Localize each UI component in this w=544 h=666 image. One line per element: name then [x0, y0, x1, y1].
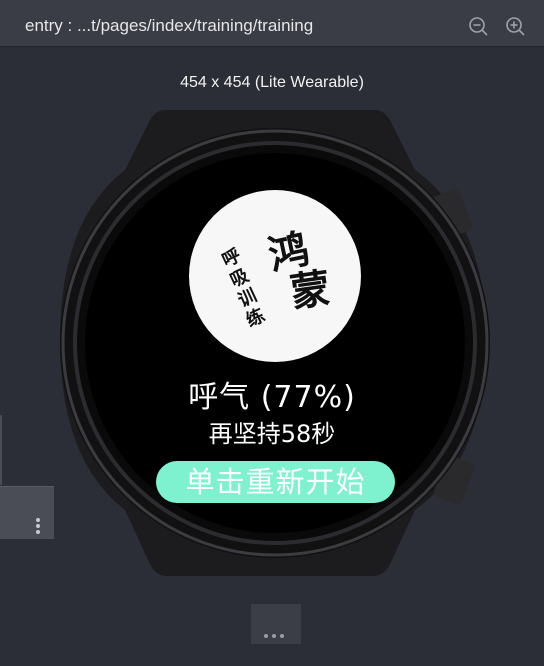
device-size-label: 454 x 454 (Lite Wearable) [180, 74, 364, 91]
preview-toolbar: entry : ...t/pages/index/training/traini… [0, 0, 544, 47]
zoom-out-icon[interactable] [468, 16, 490, 38]
logo-title-char-2: 蒙 [287, 264, 334, 317]
zoom-in-icon[interactable] [505, 16, 527, 38]
breath-status: 呼气 (77%) [188, 380, 356, 415]
logo-subtitle: 呼 吸 训 练 [218, 244, 268, 344]
restart-button[interactable]: 单击重新开始 [156, 461, 395, 503]
more-vertical-icon[interactable] [30, 517, 46, 537]
hold-on-countdown: 再坚持58秒 [208, 420, 336, 448]
side-panel-tab[interactable] [0, 486, 54, 539]
logo-subtitle-char-4: 练 [243, 305, 269, 332]
entry-path-label: entry : ...t/pages/index/training/traini… [25, 16, 314, 35]
more-dots [264, 623, 288, 642]
more-horizontal-icon[interactable] [251, 604, 301, 644]
